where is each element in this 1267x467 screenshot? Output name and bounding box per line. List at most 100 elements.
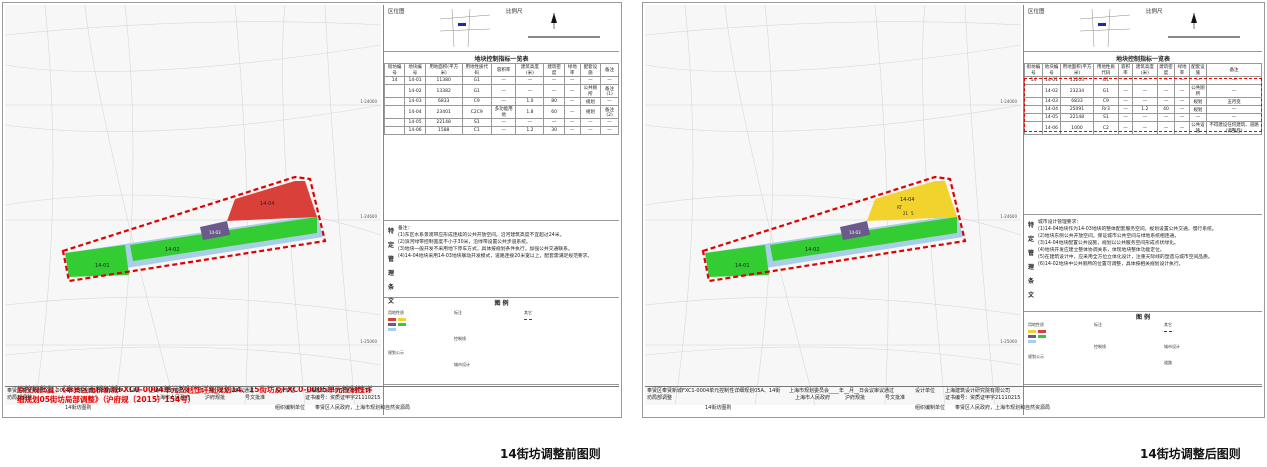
table-cell <box>383 118 406 127</box>
table-cell: — <box>563 97 581 106</box>
design-org: 上海建筑设计研究院有限公司 <box>305 388 371 394</box>
table-header-cell: 地块编号 <box>404 63 426 77</box>
designer-label: 设计单位 <box>915 388 936 394</box>
management-notes-box: 特定管理条文 城市设计管理要求： (1)14-04地块作为14-03地块的整体配… <box>1024 215 1262 312</box>
parcel-sub: RT <box>897 205 902 210</box>
approval-text: 上海市规划委员会____年__月__日会议审议通过 <box>789 388 895 394</box>
table-cell: 14-06 <box>404 126 426 135</box>
legend-group: 用地性质 <box>1028 322 1048 343</box>
table-cell: 1.8 <box>515 105 545 119</box>
scale-label: 比例尺 <box>1146 9 1163 15</box>
cert-no: 证书编号：资质证甲字21110215 <box>945 395 1021 401</box>
notes-text: 城市设计管理要求： (1)14-04地块作为14-03地块的整体配套服务空间，规… <box>1038 219 1260 268</box>
table-cell: — <box>600 118 619 127</box>
changed-rows-highlight <box>1024 78 1262 132</box>
approval-text: 上海市规划委员会____年__月__日会议审议通过 <box>149 388 255 394</box>
table-cell <box>383 105 406 119</box>
note-line: (4)地块开发应建立整体协调关系，体现地块整体功能定位。 <box>1038 248 1165 253</box>
notes-text: 备注： (1)东区水系景观带应形成连续的公共开放空间。沿河建筑高度不宜超过24米… <box>398 225 617 260</box>
legend-group: 城市设计 <box>454 362 470 368</box>
table-cell: — <box>563 126 581 135</box>
road-label: 1-25000 <box>1000 339 1017 344</box>
notes-title: 城市设计管理要求： <box>1038 220 1082 225</box>
parcel-label: 14-03 <box>849 230 861 235</box>
table-cell: — <box>515 84 545 98</box>
table-cell: G1 <box>461 84 492 98</box>
table-cell: 14-04 <box>404 105 426 119</box>
scale-label: 比例尺 <box>506 9 523 15</box>
road-label: 1-24000 <box>1000 99 1017 104</box>
table-row: 14 14-01 11380 G1— — — — — — <box>383 76 619 85</box>
location-map-icon <box>1080 9 1130 47</box>
table-cell: — <box>563 76 581 85</box>
legend-box: 图 例 用地性质 标注 其它 控制线 规划公示 城市设计 道路 <box>1024 312 1262 385</box>
designer-label: 设计单位 <box>275 388 296 394</box>
right-panel: 区位图 比例尺 地块控制指标一览表 街坊编号 地块编号 用地面积(平方米) 用地… <box>1023 5 1262 415</box>
table-cell: 14-01 <box>404 76 426 85</box>
legend-group: 标注 <box>454 310 462 316</box>
table-row: 14-04 23401 C2C9 多功能用地 1.8 60— 规划 备注(2) <box>383 105 619 119</box>
table-cell: — <box>543 118 565 127</box>
table-header-cell: 建筑密度 <box>1156 63 1176 77</box>
note-line: (5)在建筑设计中，应采用全方位立体化设计，注重天际线的塑造与城市空间品质。 <box>1038 255 1213 260</box>
table-cell: — <box>600 126 619 135</box>
location-box: 区位图 比例尺 <box>1024 5 1262 52</box>
legend-group: 标注 <box>1094 322 1102 328</box>
legend-group-title: 城市设计 <box>454 362 470 367</box>
table-cell: 1.2 <box>515 126 545 135</box>
legend-group: 规划公示 <box>1028 354 1044 360</box>
legend-group: 控制线 <box>454 336 466 342</box>
table-header-cell: 备注 <box>600 63 619 77</box>
table-cell: C1 <box>461 126 492 135</box>
parcel-label: 14-02 <box>805 247 820 253</box>
note-line: (2)滨河绿带控制宽度不小于30米，沿绿带设置公共步道系统。 <box>398 240 531 245</box>
map-drawing: 1-24000 1-24600 1-25000 14-01 14-02 14-0… <box>645 5 1021 405</box>
legend-group-title: 控制线 <box>454 336 466 341</box>
org-unit: 奉贤区人民政府，上海市规划和自然资源局 <box>315 405 411 411</box>
location-label: 区位图 <box>388 9 405 15</box>
table-cell: — <box>490 118 517 127</box>
table-cell: — <box>579 126 602 135</box>
table-header-cell: 配套设施 <box>579 63 602 77</box>
legend-group-title: 道路 <box>1164 360 1172 365</box>
notes-title: 备注： <box>398 226 413 231</box>
legend-group-title: 其它 <box>524 310 532 315</box>
table-cell: — <box>579 76 602 85</box>
gov-text: 上海市人民政府 <box>155 395 191 401</box>
table-cell: — <box>600 97 619 106</box>
doc-text: 号文批准 <box>245 395 266 401</box>
note-line: (1)14-04地块作为14-03地块的整体配套服务空间，规划设置公共交通，慢行… <box>1038 227 1217 232</box>
table-cell: 13382 <box>424 84 463 98</box>
legend-group-title: 规划公示 <box>388 350 404 355</box>
index-table: 街坊编号 地块编号 用地面积(平方米) 用地性质代码 容积率 建筑高度(米) 建… <box>383 63 619 135</box>
table-cell: — <box>563 84 581 98</box>
table-cell: 1.0 <box>515 97 545 106</box>
org-unit-label: 组织编制单位 <box>275 405 306 411</box>
gov-doc: 沪府规批 <box>205 395 226 401</box>
table-cell <box>383 126 406 135</box>
management-notes-box: 特定管理条文 备注： (1)东区水系景观带应形成连续的公共开放空间。沿河建筑高度… <box>384 221 619 305</box>
doc-text: 号文批准 <box>885 395 906 401</box>
table-cell: 30 <box>543 126 565 135</box>
caption-before: 14街坊调整前图则 <box>500 447 601 461</box>
table-cell: — <box>490 76 517 85</box>
table-header-cell: 建筑密度 <box>543 63 565 77</box>
map-drawing: 1-24000 1-24600 1-25000 14-01 14-02 14-0… <box>5 5 381 405</box>
table-row: 14-05 22148 S1— — — — — — <box>383 118 619 127</box>
caption-after: 14街坊调整后图则 <box>1140 447 1241 461</box>
table-cell: — <box>515 118 545 127</box>
table-cell: — <box>490 84 517 98</box>
table-cell: C9 <box>461 97 492 106</box>
table-cell <box>383 84 406 98</box>
table-header-cell: 绿地率 <box>563 63 581 77</box>
table-row: 14-03 6833 C9—1.0 80— 规划 — <box>383 97 619 106</box>
map-area-before: 1-24000 1-24600 1-25000 14-01 14-02 14-0… <box>5 5 381 405</box>
table-cell: 备注(1) <box>600 84 619 98</box>
legend-title: 图 例 <box>494 300 509 307</box>
table-cell <box>383 97 406 106</box>
table-cell: 1588 <box>424 126 463 135</box>
parcel-label: 14-03 <box>209 230 221 235</box>
table-cell: — <box>490 126 517 135</box>
legend-group-title: 城市设计 <box>1164 344 1180 349</box>
table-cell: — <box>563 105 581 119</box>
